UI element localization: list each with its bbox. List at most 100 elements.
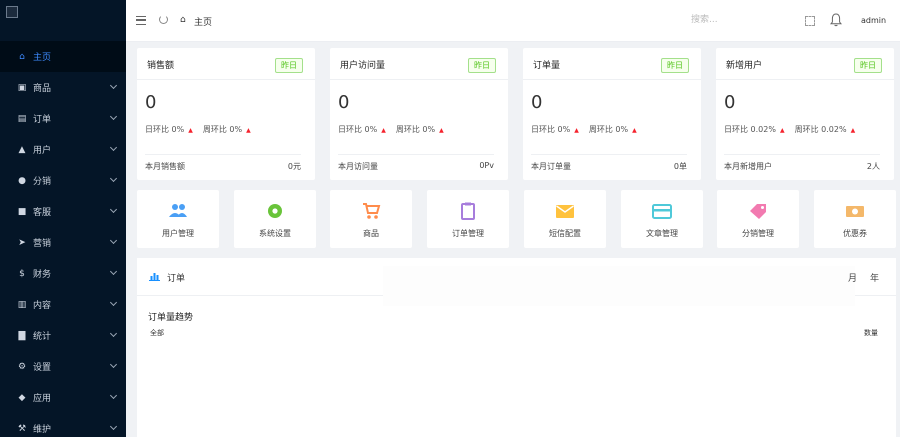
sidebar-item[interactable]: ➤ 营销	[0, 227, 126, 258]
user-name[interactable]: admin	[861, 16, 886, 25]
chevron-down-icon	[109, 329, 118, 338]
stat-card: 新增用户 昨日 0 日环比 0.02% ▲ 周环比 0.02% ▲ 本月新增用户 2人	[716, 48, 894, 180]
breadcrumb[interactable]: 主页	[194, 15, 212, 28]
chevron-down-icon	[109, 81, 118, 90]
day-ratio-value: 0.02%	[750, 125, 776, 134]
y-axis-label: 数量	[864, 329, 878, 337]
tab-month[interactable]: 月	[848, 271, 857, 284]
sidebar: ⌂ 主页 ▣ 商品 ▤ 订单 ▲ 用户 ● 分销 ■ 客服 ➤ 营销 $ 财务 ▥ 内容 ▇ 统计 ⚙ 设置 ◆ 应用 ⚒ 维护	[0, 0, 126, 437]
legend-all[interactable]: 全部	[150, 328, 164, 338]
sidebar-item[interactable]: ▤ 订单	[0, 103, 126, 134]
month-label: 本月访问量	[338, 162, 378, 171]
quick-link-label: 优惠券	[843, 229, 867, 238]
sidebar-item-label: 商品	[33, 84, 52, 94]
stat-title: 订单量	[533, 61, 561, 71]
home-icon: ⌂	[19, 51, 25, 62]
home-icon[interactable]: ⌂	[180, 15, 186, 25]
card-icon	[652, 204, 672, 219]
chevron-down-icon	[109, 360, 118, 369]
logo-image	[6, 6, 18, 18]
bar-chart-icon	[149, 273, 160, 281]
chevron-down-icon	[109, 174, 118, 183]
month-value: 0元	[287, 162, 301, 171]
fullscreen-icon[interactable]	[805, 16, 815, 26]
sidebar-item[interactable]: ▇ 统计	[0, 320, 126, 351]
arrow-up-icon: ▲	[439, 127, 444, 134]
stat-card-header: 销售额 昨日	[137, 48, 315, 80]
quick-link-tile[interactable]: 订单管理	[427, 190, 509, 248]
stat-ratios: 日环比 0% ▲ 周环比 0% ▲	[338, 124, 454, 135]
stat-value: 0	[145, 92, 157, 113]
sidebar-item-label: 设置	[33, 363, 52, 373]
day-ratio-label: 日环比	[338, 125, 362, 134]
quick-link-label: 文章管理	[646, 229, 678, 238]
stat-card: 销售额 昨日 0 日环比 0% ▲ 周环比 0% ▲ 本月销售额 0元	[137, 48, 315, 180]
stat-card: 用户访问量 昨日 0 日环比 0% ▲ 周环比 0% ▲ 本月访问量 0Pv	[330, 48, 508, 180]
day-ratio-value: 0%	[557, 125, 571, 134]
bell-icon[interactable]	[830, 13, 842, 27]
stat-title: 新增用户	[726, 61, 763, 71]
sidebar-item[interactable]: ▲ 用户	[0, 134, 126, 165]
week-ratio-label: 周环比	[794, 125, 819, 134]
menu-toggle-icon[interactable]	[136, 16, 146, 25]
quick-link-label: 用户管理	[162, 229, 194, 238]
sidebar-item-label: 营销	[33, 239, 52, 249]
week-ratio-label: 周环比	[395, 125, 420, 134]
stat-card-header: 订单量 昨日	[523, 48, 701, 80]
chevron-down-icon	[109, 236, 118, 245]
day-ratio-label: 日环比	[724, 125, 748, 134]
sidebar-item[interactable]: ▥ 内容	[0, 289, 126, 320]
money-icon	[846, 206, 864, 217]
sidebar-menu: ⌂ 主页 ▣ 商品 ▤ 订单 ▲ 用户 ● 分销 ■ 客服 ➤ 营销 $ 财务 ▥ 内容 ▇ 统计 ⚙ 设置 ◆ 应用 ⚒ 维护	[0, 41, 126, 437]
week-ratio-label: 周环比	[202, 125, 227, 134]
sidebar-item[interactable]: ◆ 应用	[0, 382, 126, 413]
mail-icon	[556, 205, 574, 218]
chevron-down-icon	[109, 143, 118, 152]
week-ratio-value: 0%	[615, 125, 629, 134]
week-ratio-label: 周环比	[588, 125, 613, 134]
quick-link-tile[interactable]: 系统设置	[234, 190, 316, 248]
cube-icon: ◆	[18, 392, 26, 403]
sidebar-item[interactable]: ⚙ 设置	[0, 351, 126, 382]
sidebar-item-label: 统计	[33, 332, 52, 342]
quick-link-tile[interactable]: 分销管理	[717, 190, 799, 248]
bag-icon: ▣	[17, 82, 27, 93]
arrow-up-icon: ▲	[574, 127, 579, 134]
quick-link-tile[interactable]: 短信配置	[524, 190, 606, 248]
chevron-down-icon	[109, 391, 118, 400]
arrow-up-icon: ▲	[850, 127, 856, 134]
period-badge: 昨日	[854, 58, 882, 73]
tab-year[interactable]: 年	[870, 271, 879, 284]
refresh-icon[interactable]	[159, 15, 168, 24]
month-label: 本月订单量	[531, 162, 571, 171]
logo[interactable]	[0, 0, 126, 41]
stat-card: 订单量 昨日 0 日环比 0% ▲ 周环比 0% ▲ 本月订单量 0单	[523, 48, 701, 180]
chat-icon: ■	[17, 206, 27, 217]
chevron-down-icon	[109, 267, 118, 276]
sidebar-item[interactable]: $ 财务	[0, 258, 126, 289]
search-input[interactable]	[691, 12, 781, 28]
day-ratio-value: 0%	[364, 125, 378, 134]
sidebar-item[interactable]: ▣ 商品	[0, 72, 126, 103]
week-ratio-value: 0%	[422, 125, 436, 134]
quick-link-tile[interactable]: 文章管理	[621, 190, 703, 248]
stat-footer: 本月新增用户 2人	[724, 154, 880, 172]
dollar-icon: $	[19, 268, 25, 279]
quick-link-label: 订单管理	[452, 229, 484, 238]
sidebar-item[interactable]: ■ 客服	[0, 196, 126, 227]
month-value: 0单	[673, 162, 687, 171]
sidebar-item[interactable]: ⚒ 维护	[0, 413, 126, 437]
quick-link-tile[interactable]: 优惠券	[814, 190, 896, 248]
sidebar-item[interactable]: ⌂ 主页	[0, 41, 126, 72]
period-badge: 昨日	[275, 58, 303, 73]
quick-link-tile[interactable]: 商品	[330, 190, 412, 248]
wrench-icon: ⚒	[17, 423, 27, 434]
sidebar-item[interactable]: ● 分销	[0, 165, 126, 196]
tag-icon	[750, 204, 766, 219]
chevron-down-icon	[109, 298, 118, 307]
users-icon	[169, 204, 187, 217]
stat-value: 0	[338, 92, 350, 113]
quick-link-tile[interactable]: 用户管理	[137, 190, 219, 248]
gear-icon: ⚙	[17, 361, 27, 372]
chart-title: 订单量趋势	[148, 313, 194, 323]
